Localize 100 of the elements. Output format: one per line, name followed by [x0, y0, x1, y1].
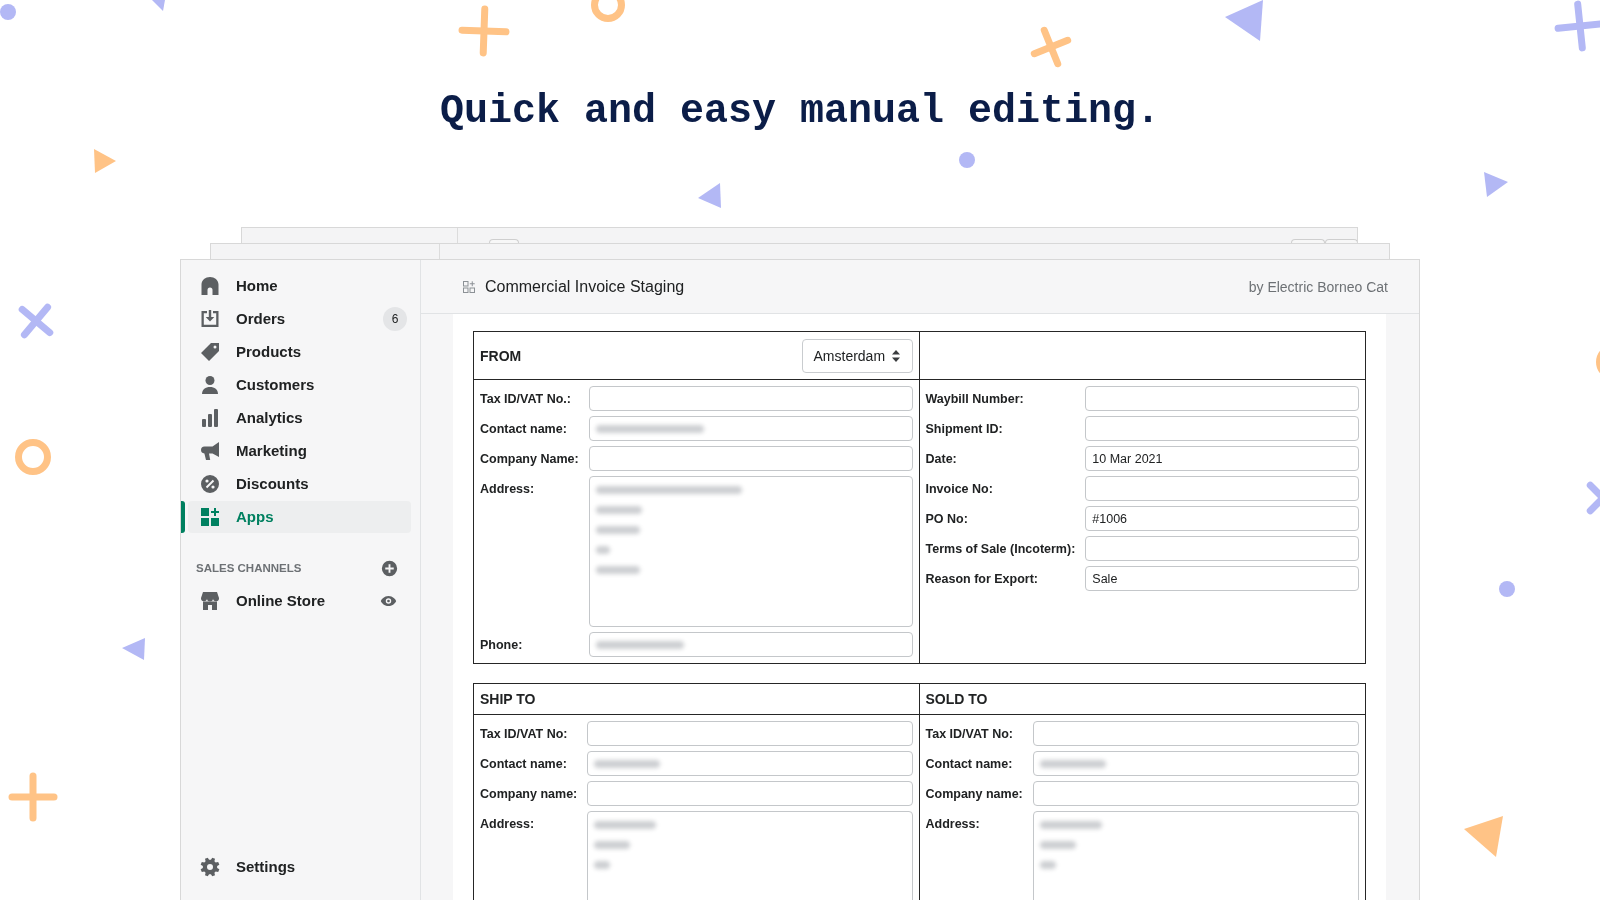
text-field[interactable] — [588, 632, 913, 657]
dot-icon — [0, 4, 16, 20]
storefront-icon — [200, 590, 220, 611]
text-field[interactable]: Sale — [1085, 566, 1359, 591]
text-field[interactable] — [1032, 721, 1359, 746]
section-title: FROM — [480, 347, 522, 364]
address-field[interactable] — [588, 476, 913, 627]
nav-item[interactable]: Marketing — [188, 434, 411, 467]
nav-item[interactable]: Apps — [188, 500, 411, 533]
blurred-text — [594, 759, 661, 768]
field-label: Reason for Export: — [925, 571, 1039, 586]
field-label: Date: — [925, 451, 958, 466]
field-label: Shipment ID: — [925, 421, 1004, 436]
blurred-text — [594, 841, 631, 849]
person-icon — [200, 374, 220, 395]
triangle-icon — [152, 0, 165, 11]
text-field[interactable] — [587, 721, 913, 746]
blurred-text — [594, 861, 611, 869]
apps-grid-icon — [200, 506, 220, 527]
plus-icon — [1553, 0, 1600, 53]
dot-icon — [959, 152, 975, 168]
text-field[interactable] — [588, 446, 913, 471]
field-label: Invoice No: — [925, 481, 994, 496]
percent-badge-icon — [200, 473, 220, 494]
triangle-icon — [1225, 0, 1263, 41]
count-badge: 6 — [383, 306, 407, 331]
text-field[interactable]: #1006 — [1085, 506, 1359, 531]
tray-download-icon — [200, 308, 220, 329]
byline: by Electric Borneo Cat — [1248, 278, 1388, 295]
nav-item[interactable]: Discounts — [188, 467, 411, 500]
blurred-text — [595, 546, 610, 554]
nav-item[interactable]: Analytics — [188, 401, 411, 434]
cross-icon — [1028, 24, 1074, 70]
blurred-text — [1039, 841, 1076, 849]
section-heading: SALES CHANNELS — [196, 562, 302, 574]
blurred-text — [595, 506, 642, 514]
nav-item[interactable]: Settings — [188, 850, 411, 883]
field-label: Address: — [480, 481, 536, 496]
section-title: SHIP TO — [480, 691, 536, 707]
triangle-icon — [122, 638, 145, 660]
text-field[interactable] — [587, 751, 913, 776]
field-label: Company name: — [480, 786, 578, 801]
megaphone-icon — [200, 440, 220, 461]
dot-icon — [1499, 581, 1515, 597]
plus-icon — [457, 4, 511, 58]
text-field[interactable] — [1085, 476, 1359, 501]
triangle-icon — [1484, 172, 1508, 197]
blurred-text — [595, 526, 640, 534]
field-label: Address: — [925, 816, 981, 831]
ring-icon — [15, 439, 51, 475]
field-label: Contact name: — [925, 756, 1014, 771]
blurred-text — [595, 566, 640, 574]
field-label: PO No: — [925, 511, 969, 526]
triangle-icon — [1464, 816, 1504, 858]
text-field[interactable]: 10 Mar 2021 — [1085, 446, 1359, 471]
nav-item[interactable]: Online Store — [188, 584, 411, 617]
location-select[interactable]: Amsterdam — [801, 338, 913, 373]
field-label: Company Name: — [480, 451, 579, 466]
blurred-text — [1039, 821, 1102, 829]
field-label: Tax ID/VAT No.: — [480, 391, 572, 406]
triangle-icon — [698, 183, 721, 208]
text-field[interactable] — [588, 386, 913, 411]
field-label: Company name: — [925, 786, 1023, 801]
blurred-text — [1039, 759, 1106, 768]
blurred-text — [594, 821, 657, 829]
app-title: Commercial Invoice Staging — [485, 277, 685, 296]
view-button[interactable] — [380, 594, 397, 607]
text-field[interactable] — [1085, 416, 1359, 441]
nav-item[interactable]: Products — [188, 335, 411, 368]
settings-icon — [200, 856, 220, 877]
nav-item[interactable]: Customers — [188, 368, 411, 401]
add-channel-button[interactable] — [381, 559, 398, 577]
headline: Quick and easy manual editing. — [439, 88, 1161, 136]
field-label: Tax ID/VAT No: — [480, 726, 569, 741]
selected-indicator — [181, 500, 185, 533]
text-field[interactable] — [1032, 751, 1359, 776]
field-label: Contact name: — [480, 421, 568, 436]
field-label: Contact name: — [480, 756, 568, 771]
nav-item[interactable]: Orders 6 — [188, 302, 411, 335]
triangle-icon — [94, 149, 116, 173]
text-field[interactable] — [1032, 781, 1359, 806]
text-field[interactable] — [588, 416, 913, 441]
section-title: SOLD TO — [925, 691, 988, 707]
field-label: Tax ID/VAT No: — [925, 726, 1014, 741]
nav-item[interactable]: Home — [188, 269, 411, 302]
select-arrows-icon — [891, 349, 900, 362]
blurred-text — [1039, 861, 1056, 869]
field-label: Address: — [480, 816, 536, 831]
bar-chart-icon — [200, 407, 220, 428]
plus-icon — [7, 771, 59, 823]
field-label: Waybill Number: — [925, 391, 1025, 406]
field-label: Phone: — [480, 637, 524, 652]
text-field[interactable] — [1085, 386, 1359, 411]
text-field[interactable] — [1085, 536, 1359, 561]
apps-grid-icon — [463, 280, 475, 293]
eye-icon — [380, 594, 397, 607]
home-icon — [200, 275, 220, 296]
text-field[interactable] — [587, 781, 913, 806]
field-label: Terms of Sale (Incoterm): — [925, 541, 1076, 556]
tag-icon — [200, 341, 220, 362]
